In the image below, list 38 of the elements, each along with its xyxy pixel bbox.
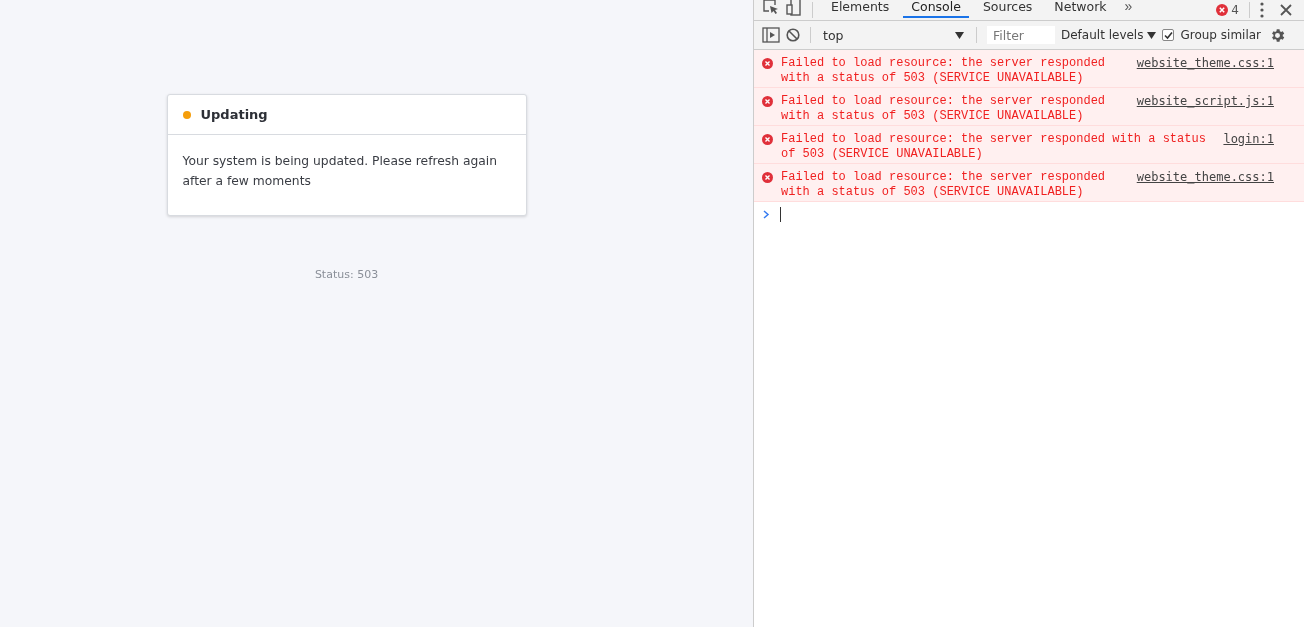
error-icon <box>762 172 773 183</box>
inspect-icon[interactable] <box>762 0 780 16</box>
checkbox[interactable] <box>1162 29 1175 41</box>
device-icon[interactable] <box>786 0 802 16</box>
card-message: Your system is being updated. Please refresh again after a few moments <box>181 153 499 190</box>
devtools-tab[interactable]: Elements <box>823 0 898 18</box>
error-icon <box>762 58 773 69</box>
error-message: Failed to load resource: the server responded with a status of 503 (SERVICE UNAVAILABLE) <box>781 170 1107 200</box>
error-icon <box>762 96 773 107</box>
card-title: Updating <box>200 107 268 122</box>
error-message: Failed to load resource: the server responded with a status of 503 (SERVICE UNAVAILABLE) <box>781 94 1107 124</box>
source-link[interactable]: website_theme.css:1 <box>1136 56 1274 71</box>
group-similar-label[interactable]: Group similar <box>1180 28 1262 42</box>
kebab-menu-icon[interactable] <box>1260 2 1264 18</box>
error-message: Failed to load resource: the server responded with a status of 503 (SERVICE UNAVAILABLE) <box>781 132 1207 162</box>
prompt-chevron-icon <box>763 210 770 219</box>
devtools-tab[interactable]: Console <box>903 0 969 18</box>
source-link[interactable]: website_theme.css:1 <box>1136 170 1274 185</box>
text-cursor <box>780 207 781 222</box>
error-icon <box>1216 4 1229 16</box>
source-link[interactable]: website_script.js:1 <box>1136 94 1274 109</box>
devtools-tab[interactable]: Sources <box>974 0 1041 18</box>
context-dropdown[interactable]: top <box>821 27 966 43</box>
caret-icon <box>955 31 964 39</box>
error-icon <box>762 134 773 145</box>
levels-dropdown[interactable]: Default levels <box>1061 28 1157 42</box>
settings-icon[interactable] <box>1269 26 1287 44</box>
close-icon[interactable] <box>1280 4 1292 16</box>
more-tabs-button[interactable]: » <box>1120 0 1137 14</box>
error-message: Failed to load resource: the server responded with a status of 503 (SERVICE UNAVAILABLE) <box>781 56 1107 86</box>
caret-icon <box>1147 31 1157 39</box>
clear-console-icon[interactable] <box>786 28 800 42</box>
filter-field[interactable]: Filter <box>987 26 1055 44</box>
sidebar-toggle-icon[interactable] <box>762 27 780 43</box>
status-text: Status: 503 <box>314 268 379 281</box>
error-count[interactable]: 4 <box>1231 3 1239 17</box>
source-link[interactable]: login:1 <box>1223 132 1274 147</box>
devtools-tab[interactable]: Network <box>1046 0 1115 18</box>
